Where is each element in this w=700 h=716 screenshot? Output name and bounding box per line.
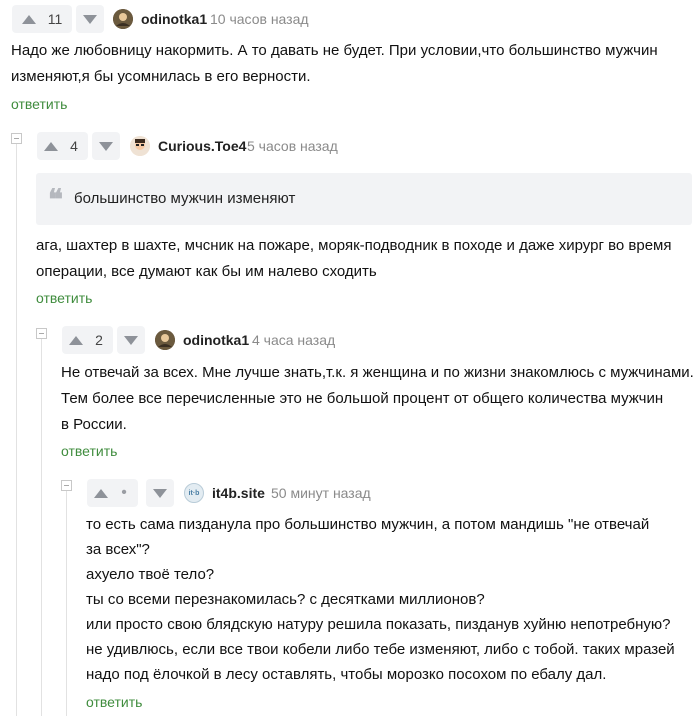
downvote-icon[interactable] — [146, 479, 174, 507]
downvote-icon[interactable] — [92, 132, 120, 160]
quote-icon: ❝ — [48, 183, 64, 216]
comment-text: то есть сама пизданула про большинство м… — [86, 516, 675, 683]
username[interactable]: odinotka1 — [183, 332, 249, 348]
upvote-icon[interactable] — [37, 132, 65, 160]
comment-text: Не отвечай за всех. Мне лучше знать,т.к.… — [61, 364, 694, 433]
downvote-icon[interactable] — [117, 326, 145, 354]
vote-box: 11 — [12, 5, 72, 33]
timestamp[interactable]: 50 минут назад — [271, 485, 371, 501]
timestamp[interactable]: 4 часа назад — [252, 332, 335, 348]
reply-link[interactable]: ответить — [36, 290, 92, 306]
reply-link[interactable]: ответить — [61, 443, 117, 459]
reply-link[interactable]: ответить — [86, 694, 142, 710]
vote-box: 2 — [62, 326, 113, 354]
quote-text: большинство мужчин изменяют — [74, 190, 296, 207]
collapse-thread-button[interactable] — [11, 133, 22, 144]
timestamp[interactable]: 5 часов назад — [247, 138, 338, 154]
avatar[interactable] — [155, 330, 175, 350]
comment-text: Надо же любовницу накормить. А то давать… — [11, 42, 658, 85]
username[interactable]: odinotka1 — [141, 11, 207, 27]
thread-line — [41, 338, 42, 716]
avatar[interactable]: it·b — [184, 483, 204, 503]
vote-box: • — [87, 479, 138, 507]
collapse-thread-button[interactable] — [36, 328, 47, 339]
quote-block: ❝ большинство мужчин изменяют — [36, 173, 692, 225]
collapse-thread-button[interactable] — [61, 480, 72, 491]
username[interactable]: it4b.site — [212, 485, 265, 501]
vote-count: 11 — [47, 11, 63, 27]
upvote-icon[interactable] — [62, 326, 90, 354]
downvote-icon[interactable] — [76, 5, 104, 33]
timestamp[interactable]: 10 часов назад — [210, 11, 309, 27]
vote-count-dot: • — [121, 484, 127, 501]
thread-line — [16, 143, 17, 716]
username[interactable]: Curious.Toe4 — [158, 138, 246, 154]
upvote-icon[interactable] — [12, 5, 46, 33]
upvote-icon[interactable] — [87, 479, 115, 507]
reply-link[interactable]: ответить — [11, 96, 67, 112]
vote-box: 4 — [37, 132, 88, 160]
comment-text: ага, шахтер в шахте, мчсник на пожаре, м… — [36, 237, 672, 280]
avatar[interactable] — [113, 9, 133, 29]
avatar-label: it·b — [188, 489, 200, 497]
vote-count: 4 — [70, 138, 78, 154]
avatar[interactable] — [130, 136, 150, 156]
vote-count: 2 — [95, 332, 103, 348]
thread-line — [66, 490, 67, 716]
